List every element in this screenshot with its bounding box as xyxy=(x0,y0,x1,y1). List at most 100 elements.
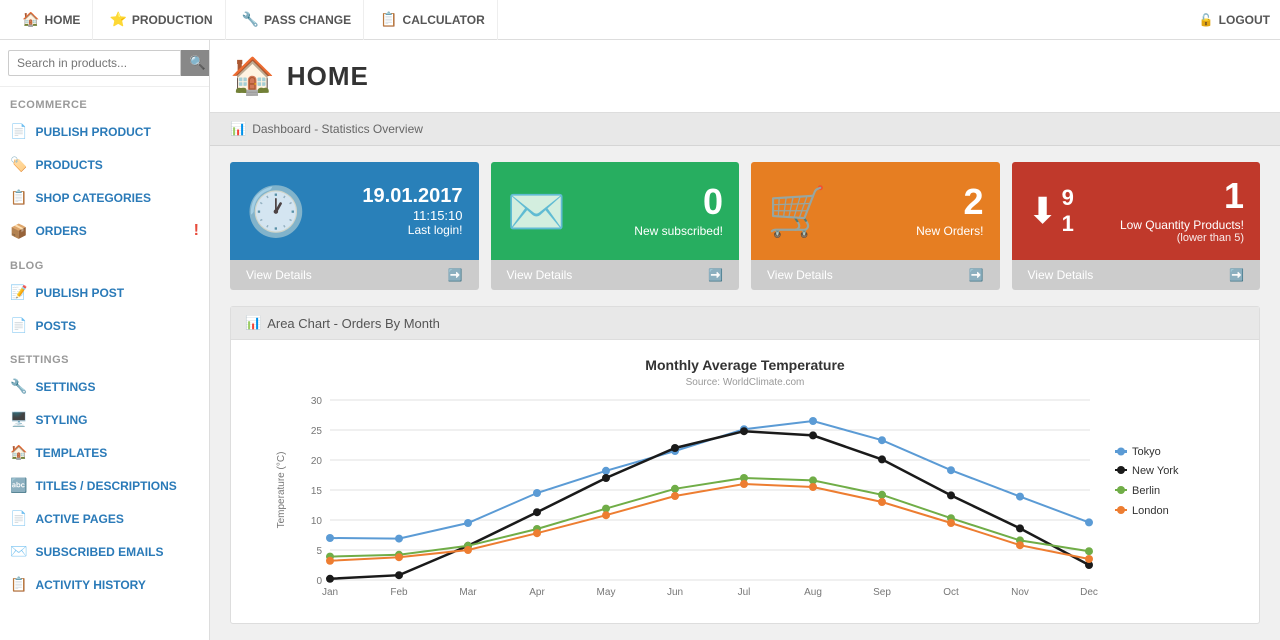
sidebar-label-styling: STYLING xyxy=(35,413,87,427)
sidebar-label-publish-product: PUBLISH PRODUCT xyxy=(35,125,150,139)
search-box: 🔍 xyxy=(0,40,209,87)
dot-tokyo-7 xyxy=(809,417,817,425)
dot-ny-6 xyxy=(740,427,748,435)
card-login-info: 19.01.2017 11:15:10 Last login! xyxy=(362,185,462,237)
cart-icon: 🛒 xyxy=(767,183,827,240)
sidebar-item-shop-categories[interactable]: 📋 SHOP CATEGORIES xyxy=(0,181,209,214)
sidebar-item-templates[interactable]: 🏠 TEMPLATES xyxy=(0,436,209,469)
sidebar-label-titles: TITLES / DESCRIPTIONS xyxy=(35,479,176,493)
nav-home[interactable]: 🏠 HOME xyxy=(10,0,93,40)
svg-text:5: 5 xyxy=(316,546,322,557)
card-lowqty-subtitle: Low Quantity Products! xyxy=(1120,218,1244,232)
nav-calculator[interactable]: 📋 CALCULATOR xyxy=(368,0,498,40)
card-subscribed-subtitle: New subscribed! xyxy=(634,224,723,238)
sidebar-item-titles-descriptions[interactable]: 🔤 TITLES / DESCRIPTIONS xyxy=(0,469,209,502)
dot-london-10 xyxy=(1016,541,1024,549)
svg-text:20: 20 xyxy=(311,456,323,467)
logout-icon: 🔓 xyxy=(1199,13,1214,27)
svg-text:0: 0 xyxy=(316,576,322,587)
sidebar-label-active-pages: ACTIVE PAGES xyxy=(35,512,123,526)
sidebar-item-settings[interactable]: 🔧 SETTINGS xyxy=(0,370,209,403)
dot-berlin-8 xyxy=(878,491,886,499)
publish-product-icon: 📄 xyxy=(10,123,27,140)
sidebar-item-posts[interactable]: 📄 POSTS xyxy=(0,309,209,342)
svg-text:Monthly Average Temperature: Monthly Average Temperature xyxy=(645,357,845,373)
sidebar-item-orders[interactable]: 📦 ORDERS ! xyxy=(0,214,209,248)
breadcrumb-icon: 📊 xyxy=(230,121,246,137)
svg-text:Jun: Jun xyxy=(667,587,683,598)
clock-icon: 🕐 xyxy=(246,183,306,240)
sidebar-label-products: PRODUCTS xyxy=(35,158,102,172)
dot-tokyo-3 xyxy=(533,489,541,497)
sidebar-label-publish-post: PUBLISH POST xyxy=(35,286,124,300)
sidebar-item-active-pages[interactable]: 📄 ACTIVE PAGES xyxy=(0,502,209,535)
sidebar-item-publish-product[interactable]: 📄 PUBLISH PRODUCT xyxy=(0,115,209,148)
card-lowqty-icon-area: ⬇ 9 1 xyxy=(1028,185,1074,238)
section-ecommerce: ECOMMERCE xyxy=(0,87,209,115)
sidebar-label-shop-categories: SHOP CATEGORIES xyxy=(35,191,151,205)
sidebar-label-settings: SETTINGS xyxy=(35,380,95,394)
sidebar-label-activity-history: ACTIVITY HISTORY xyxy=(35,578,145,592)
breadcrumb-text: Dashboard - Statistics Overview xyxy=(252,122,423,136)
nav-calculator-label: CALCULATOR xyxy=(403,13,485,27)
svg-text:Source: WorldClimate.com: Source: WorldClimate.com xyxy=(686,377,805,388)
page-header: 🏠 HOME xyxy=(210,40,1280,113)
card-orders-footer[interactable]: View Details ➡️ xyxy=(751,260,1000,290)
svg-text:May: May xyxy=(597,587,616,598)
nav-production[interactable]: ⭐ PRODUCTION xyxy=(97,0,225,40)
search-input[interactable] xyxy=(8,50,181,76)
products-icon: 🏷️ xyxy=(10,156,27,173)
sidebar-item-publish-post[interactable]: 📝 PUBLISH POST xyxy=(0,276,209,309)
card-subscribed-number: 0 xyxy=(634,184,723,220)
legend-london-label: London xyxy=(1132,505,1169,517)
card-login-label: Last login! xyxy=(362,223,462,237)
down-arrow-icon: ⬇ xyxy=(1028,190,1058,232)
dot-london-6 xyxy=(740,480,748,488)
card-subscribed: ✉️ 0 New subscribed! View Details ➡️ xyxy=(491,162,740,290)
settings-icon: 🔧 xyxy=(10,378,27,395)
card-login-footer[interactable]: View Details ➡️ xyxy=(230,260,479,290)
card-orders-info: 2 New Orders! xyxy=(916,184,983,238)
orders-icon: 📦 xyxy=(10,223,27,240)
card-lowqty: ⬇ 9 1 1 Low Quantity Products! (lower th… xyxy=(1012,162,1261,290)
chart-svg: Monthly Average Temperature Source: Worl… xyxy=(241,350,1249,610)
main-content: 🏠 HOME 📊 Dashboard - Statistics Overview… xyxy=(210,40,1280,640)
chart-header-label: Area Chart - Orders By Month xyxy=(267,316,440,331)
svg-text:Nov: Nov xyxy=(1011,587,1029,598)
chart-line-newyork xyxy=(330,431,1089,579)
dot-ny-7 xyxy=(809,431,817,439)
top-nav: 🏠 HOME ⭐ PRODUCTION 🔧 PASS CHANGE 📋 CALC… xyxy=(0,0,1280,40)
calc-icon: 📋 xyxy=(380,11,397,28)
card-lowqty-number: 1 xyxy=(1120,178,1244,214)
stats-cards: 🕐 19.01.2017 11:15:10 Last login! View D… xyxy=(210,146,1280,306)
envelope-icon: ✉️ xyxy=(507,183,567,240)
card-orders-footer-label: View Details xyxy=(767,268,833,282)
card-login-time: 11:15:10 xyxy=(362,208,462,223)
svg-text:Aug: Aug xyxy=(804,587,822,598)
card-login-date: 19.01.2017 xyxy=(362,185,462,208)
card-subscribed-footer[interactable]: View Details ➡️ xyxy=(491,260,740,290)
logout-button[interactable]: 🔓 LOGOUT xyxy=(1199,13,1270,27)
dot-ny-1 xyxy=(395,571,403,579)
dot-ny-9 xyxy=(947,491,955,499)
svg-text:25: 25 xyxy=(311,426,323,437)
card-orders: 🛒 2 New Orders! View Details ➡️ xyxy=(751,162,1000,290)
dot-tokyo-0 xyxy=(326,534,334,542)
key-icon: 🔧 xyxy=(242,11,259,28)
card-orders-arrow: ➡️ xyxy=(969,268,984,282)
dot-tokyo-11 xyxy=(1085,518,1093,526)
titles-icon: 🔤 xyxy=(10,477,27,494)
layout: 🔍 ECOMMERCE 📄 PUBLISH PRODUCT 🏷️ PRODUCT… xyxy=(0,40,1280,640)
dot-ny-4 xyxy=(602,474,610,482)
search-button[interactable]: 🔍 xyxy=(181,50,210,76)
dot-london-5 xyxy=(671,492,679,500)
shop-categories-icon: 📋 xyxy=(10,189,27,206)
sidebar-item-products[interactable]: 🏷️ PRODUCTS xyxy=(0,148,209,181)
sidebar-item-styling[interactable]: 🖥️ STYLING xyxy=(0,403,209,436)
card-lowqty-footer[interactable]: View Details ➡️ xyxy=(1012,260,1261,290)
sidebar-item-activity-history[interactable]: 📋 ACTIVITY HISTORY xyxy=(0,568,209,601)
nav-pass-change[interactable]: 🔧 PASS CHANGE xyxy=(230,0,365,40)
sidebar-item-subscribed-emails[interactable]: ✉️ SUBSCRIBED EMAILS xyxy=(0,535,209,568)
legend-berlin-label: Berlin xyxy=(1132,485,1160,497)
section-settings: SETTINGS xyxy=(0,342,209,370)
